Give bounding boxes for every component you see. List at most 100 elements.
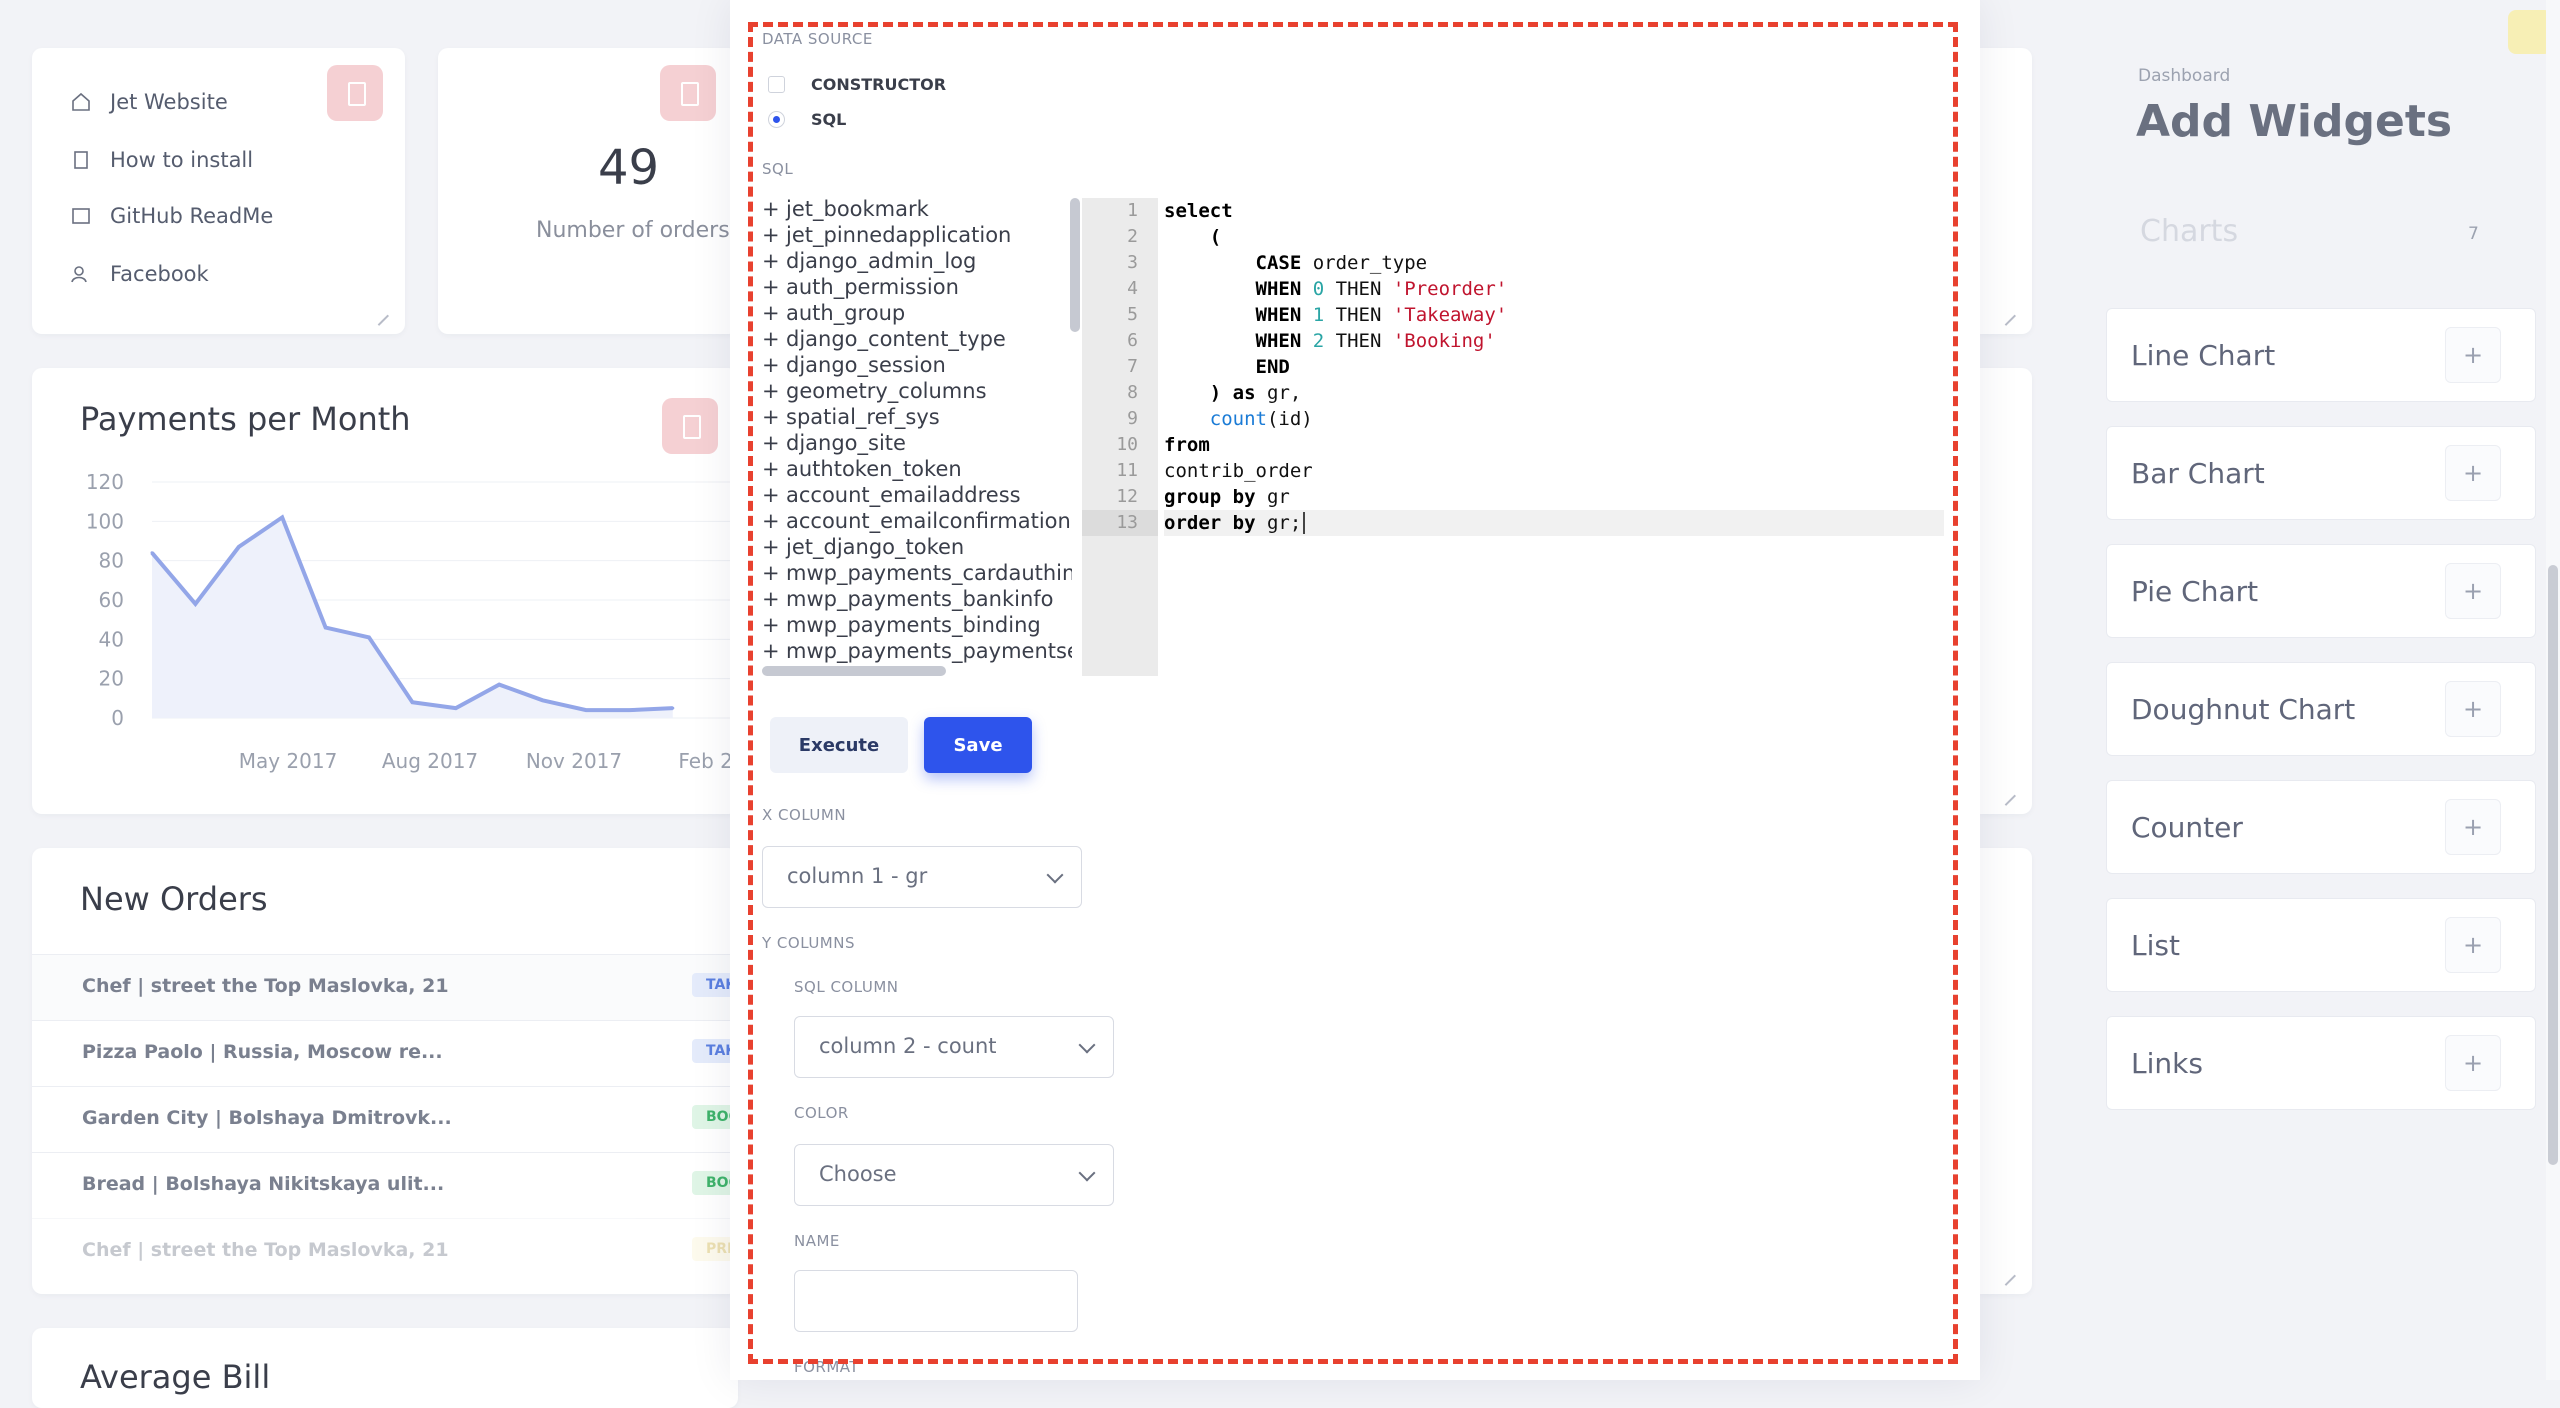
table-list-item[interactable]: + auth_group <box>762 300 1072 326</box>
data-point[interactable] <box>367 635 371 639</box>
page-scrollbar[interactable] <box>2548 565 2558 1165</box>
expand-icon[interactable]: + <box>762 638 786 664</box>
expand-icon[interactable]: + <box>762 586 786 612</box>
color-select[interactable]: Choose <box>794 1144 1114 1206</box>
table-row[interactable]: Chef | street the Top Maslovka, 21PREOR <box>32 1218 738 1285</box>
expand-icon[interactable]: + <box>762 430 786 456</box>
data-point[interactable] <box>454 706 458 710</box>
data-point[interactable] <box>237 545 241 549</box>
data-point[interactable] <box>150 551 154 555</box>
delete-widget-button[interactable] <box>327 65 383 121</box>
table-list-item[interactable]: + django_content_type <box>762 326 1072 352</box>
table-list-item[interactable]: + jet_django_token <box>762 534 1072 560</box>
link-facebook[interactable]: Facebook <box>70 262 209 286</box>
expand-icon[interactable]: + <box>762 326 786 352</box>
table-name: mwp_payments_binding <box>786 613 1041 637</box>
resize-handle[interactable] <box>375 302 389 316</box>
table-row[interactable]: Garden City | Bolshaya Dmitrovk...BOOKIN <box>32 1086 738 1153</box>
x-column-select[interactable]: column 1 - gr <box>762 846 1082 908</box>
expand-icon[interactable]: + <box>762 456 786 482</box>
table-list-item[interactable]: + auth_permission <box>762 274 1072 300</box>
delete-widget-button[interactable] <box>662 398 718 454</box>
data-point[interactable] <box>541 698 545 702</box>
sidebar-item-pie-chart[interactable]: Pie Chart + <box>2106 544 2536 638</box>
expand-icon[interactable]: + <box>762 300 786 326</box>
table-list-vertical-scrollbar[interactable] <box>1070 198 1080 332</box>
expand-icon[interactable]: + <box>762 560 786 586</box>
table-list-item[interactable]: + authtoken_token <box>762 456 1072 482</box>
table-list-item[interactable]: + jet_bookmark <box>762 196 1072 222</box>
data-point[interactable] <box>584 708 588 712</box>
constructor-option[interactable]: CONSTRUCTOR <box>768 75 946 94</box>
line-number: 11 <box>1116 460 1138 481</box>
sidebar-item-bar-chart[interactable]: Bar Chart + <box>2106 426 2536 520</box>
expand-icon[interactable]: + <box>762 612 786 638</box>
table-list-item[interactable]: +mwp_payments_paymentsetting <box>762 638 1072 664</box>
resize-handle[interactable] <box>2002 782 2016 796</box>
add-widget-button[interactable]: + <box>2445 1035 2501 1091</box>
resize-handle[interactable] <box>2002 302 2016 316</box>
sidebar-item-links[interactable]: Links + <box>2106 1016 2536 1110</box>
expand-icon[interactable]: + <box>762 274 786 300</box>
table-list-item[interactable]: + spatial_ref_sys <box>762 404 1072 430</box>
table-list-horizontal-scrollbar[interactable] <box>762 666 946 676</box>
sql-radio[interactable] <box>768 111 785 128</box>
expand-icon[interactable]: + <box>762 222 786 248</box>
new-orders-card: New Orders Chef | street the Top Maslovk… <box>32 848 738 1294</box>
link-how-to-install[interactable]: How to install <box>70 148 253 172</box>
data-point[interactable] <box>497 683 501 687</box>
sql-editor[interactable]: select ( CASE order_type WHEN 0 THEN 'Pr… <box>1164 198 1944 536</box>
data-point[interactable] <box>410 700 414 704</box>
table-row[interactable]: Bread | Bolshaya Nikitskaya ulit...BOOKI… <box>32 1152 738 1219</box>
sql-option[interactable]: SQL <box>768 110 846 129</box>
add-widget-button[interactable]: + <box>2445 799 2501 855</box>
expand-icon[interactable]: + <box>762 404 786 430</box>
name-input[interactable] <box>794 1270 1078 1332</box>
add-widget-button[interactable]: + <box>2445 917 2501 973</box>
data-point[interactable] <box>193 602 197 606</box>
expand-icon[interactable]: + <box>762 196 786 222</box>
data-point[interactable] <box>324 626 328 630</box>
data-point[interactable] <box>627 708 631 712</box>
sql-column-select[interactable]: column 2 - count <box>794 1016 1114 1078</box>
add-widget-button[interactable]: + <box>2445 327 2501 383</box>
table-list-item[interactable]: + django_session <box>762 352 1072 378</box>
sidebar-item-list[interactable]: List + <box>2106 898 2536 992</box>
data-point[interactable] <box>671 706 675 710</box>
expand-icon[interactable]: + <box>762 534 786 560</box>
resize-handle[interactable] <box>2002 1262 2016 1276</box>
expand-icon[interactable]: + <box>762 482 786 508</box>
expand-icon[interactable]: + <box>762 508 786 534</box>
expand-icon[interactable]: + <box>762 378 786 404</box>
link-jet-website[interactable]: Jet Website <box>70 90 228 114</box>
table-list-item[interactable]: + mwp_payments_binding <box>762 612 1072 638</box>
table-row[interactable]: Chef | street the Top Maslovka, 21TAKEAW <box>32 954 738 1021</box>
save-button[interactable]: Save <box>924 717 1032 773</box>
sidebar-section-charts[interactable]: Charts <box>2140 214 2238 249</box>
sidebar-item-line-chart[interactable]: Line Chart + <box>2106 308 2536 402</box>
add-widget-button[interactable]: + <box>2445 563 2501 619</box>
line-number: 5 <box>1127 304 1138 325</box>
sidebar-item-counter[interactable]: Counter + <box>2106 780 2536 874</box>
add-widget-button[interactable]: + <box>2445 445 2501 501</box>
table-list-item[interactable]: + account_emailaddress <box>762 482 1072 508</box>
table-list-item[interactable]: + mwp_payments_bankinfo <box>762 586 1072 612</box>
sidebar-item-doughnut-chart[interactable]: Doughnut Chart + <box>2106 662 2536 756</box>
execute-button[interactable]: Execute <box>770 717 908 773</box>
table-list-item[interactable]: + account_emailconfirmation <box>762 508 1072 534</box>
table-list-item[interactable]: + jet_pinnedapplication <box>762 222 1072 248</box>
expand-icon[interactable]: + <box>762 352 786 378</box>
add-widget-button[interactable]: + <box>2445 681 2501 737</box>
table-list[interactable]: + jet_bookmark + jet_pinnedapplication + djan… <box>762 196 1072 666</box>
data-point[interactable] <box>280 515 284 519</box>
table-list-item[interactable]: + django_admin_log <box>762 248 1072 274</box>
table-row[interactable]: Pizza Paolo | Russia, Moscow re...TAKEAW <box>32 1020 738 1087</box>
link-github-readme[interactable]: GitHub ReadMe <box>70 204 273 228</box>
delete-widget-button[interactable] <box>660 65 716 121</box>
expand-icon[interactable]: + <box>762 248 786 274</box>
home-icon <box>72 92 90 111</box>
table-list-item[interactable]: + geometry_columns <box>762 378 1072 404</box>
table-list-item[interactable]: + django_site <box>762 430 1072 456</box>
constructor-radio[interactable] <box>768 76 785 93</box>
table-list-item[interactable]: + mwp_payments_cardauthinfo <box>762 560 1072 586</box>
